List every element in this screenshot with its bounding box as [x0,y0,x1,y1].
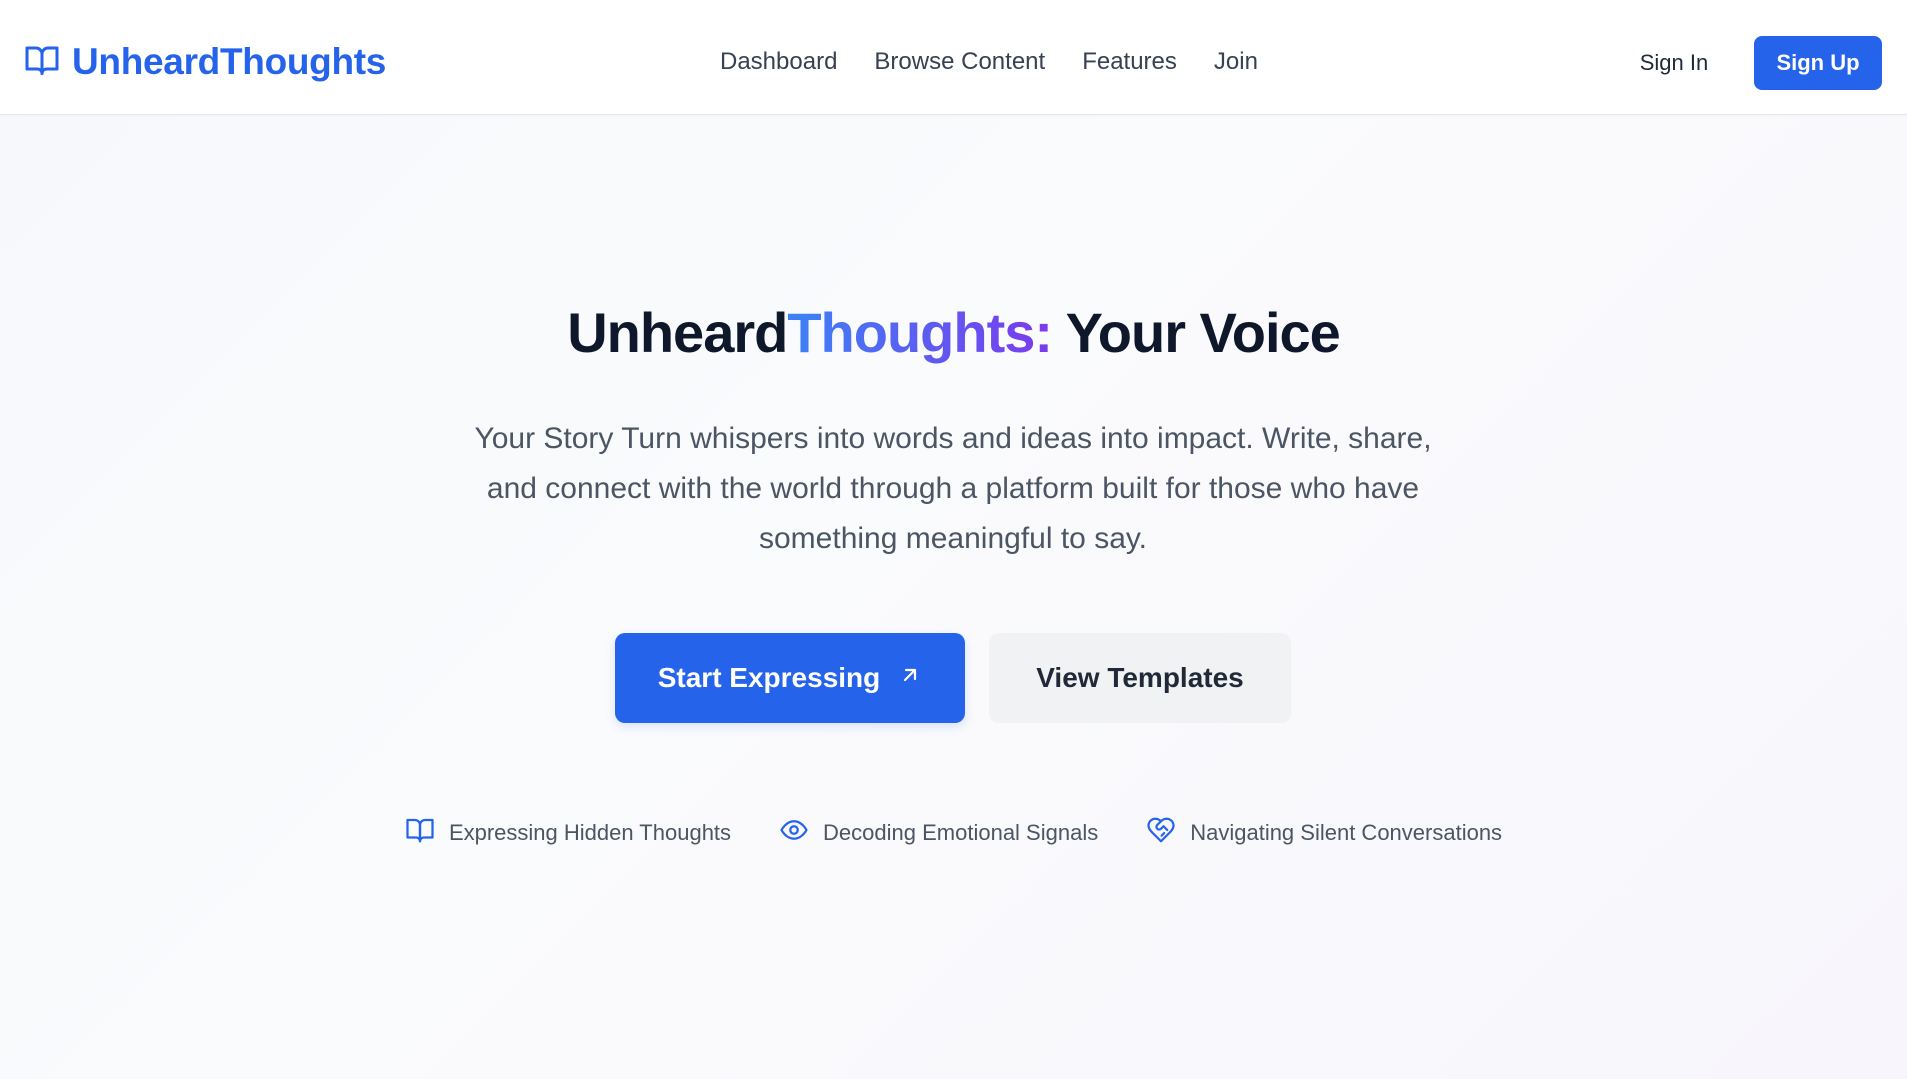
nav-browse-content[interactable]: Browse Content [874,48,1045,76]
arrow-up-right-icon [898,662,922,694]
feature-item: Expressing Hidden Thoughts [405,815,731,851]
sign-up-button[interactable]: Sign Up [1754,36,1882,90]
nav-dashboard[interactable]: Dashboard [720,48,837,76]
view-templates-button[interactable]: View Templates [989,633,1291,723]
sign-in-button[interactable]: Sign In [1612,40,1736,86]
feature-highlights: Expressing Hidden Thoughts Decoding Emot… [0,815,1907,851]
logo-text: UnheardThoughts [72,41,387,82]
feature-label: Decoding Emotional Signals [823,820,1099,845]
hero-title-part2: Your Voice [1052,301,1341,364]
feature-item: Navigating Silent Conversations [1146,815,1502,851]
main-nav: Dashboard Browse Content Features Join [720,44,1258,80]
start-expressing-button[interactable]: Start Expressing [615,633,965,723]
book-open-icon [405,815,435,851]
nav-features[interactable]: Features [1082,48,1177,76]
logo-link[interactable]: UnheardThoughts [24,40,386,84]
nav-join[interactable]: Join [1214,48,1258,76]
feature-label: Navigating Silent Conversations [1190,820,1503,845]
hero-title-accent: Thoughts: [787,301,1053,364]
start-expressing-label: Start Expressing [657,662,881,693]
hero-title: UnheardThoughts: Your Voice [0,300,1907,365]
book-open-icon [24,42,60,83]
top-navbar: UnheardThoughts Dashboard Browse Content… [0,0,1907,115]
eye-icon [779,815,809,851]
feature-label: Expressing Hidden Thoughts [448,820,732,845]
heart-handshake-icon [1146,815,1176,851]
feature-item: Decoding Emotional Signals [779,815,1098,851]
hero-subtitle: Your Story Turn whispers into words and … [474,422,1432,555]
hero-title-part1: Unheard [567,301,788,364]
